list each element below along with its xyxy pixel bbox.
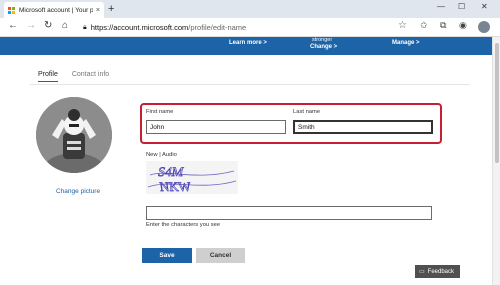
new-tab-button[interactable]: +: [108, 3, 114, 15]
microsoft-logo-icon: [8, 6, 15, 14]
captcha-hint: Enter the characters you see: [146, 222, 221, 228]
last-name-field[interactable]: [293, 120, 433, 134]
url-field[interactable]: 🔒︎ https://account.microsoft.com /profil…: [83, 21, 393, 34]
captcha-text-line1: S4M: [157, 164, 185, 179]
captcha-mode-links[interactable]: New | Audio: [146, 152, 177, 158]
browser-tab[interactable]: Microsoft account | Your profile ×: [4, 2, 104, 18]
first-name-field[interactable]: [146, 120, 286, 134]
banner-stronger-text: stronger: [312, 37, 333, 43]
browser-tab-bar: Microsoft account | Your profile × + — ☐…: [0, 0, 500, 18]
home-icon[interactable]: ⌂: [62, 20, 68, 31]
favorites-icon[interactable]: ✩: [420, 20, 428, 31]
address-bar-row: ← → ↻ ⌂ 🔒︎ https://account.microsoft.com…: [0, 18, 500, 37]
lock-icon: 🔒︎: [83, 23, 87, 31]
url-path: /profile/edit-name: [188, 23, 247, 32]
feedback-icon: ▭: [419, 269, 425, 275]
collections-icon[interactable]: ⧉: [440, 20, 446, 31]
account-banner: Learn more > stronger Change > Manage >: [0, 37, 492, 55]
tab-title: Microsoft account | Your profile: [19, 6, 93, 14]
tabs-divider: [30, 84, 470, 85]
favorite-star-icon[interactable]: ☆: [398, 20, 407, 31]
close-window-button[interactable]: ✕: [481, 2, 488, 11]
browser-profile-avatar[interactable]: [478, 21, 490, 33]
profile-picture-image: [36, 97, 112, 173]
minimize-button[interactable]: —: [437, 2, 445, 11]
profile-tabs: Profile Contact info: [38, 71, 109, 82]
url-host: https://account.microsoft.com: [90, 23, 189, 32]
profile-picture: [36, 97, 112, 173]
last-name-label: Last name: [293, 109, 321, 115]
feedback-button[interactable]: ▭ Feedback: [415, 265, 460, 278]
tab-contact-info[interactable]: Contact info: [72, 71, 109, 82]
scrollbar-thumb[interactable]: [495, 43, 499, 163]
tab-close-icon[interactable]: ×: [96, 7, 100, 14]
change-picture-link[interactable]: Change picture: [56, 188, 100, 195]
page-scrollbar[interactable]: [492, 37, 500, 285]
forward-icon[interactable]: →: [26, 20, 36, 31]
change-link[interactable]: Change >: [310, 44, 337, 50]
captcha-text-line2: NKW: [159, 179, 193, 194]
refresh-icon[interactable]: ↻: [44, 20, 52, 31]
cancel-button[interactable]: Cancel: [196, 248, 245, 263]
save-button[interactable]: Save: [142, 248, 192, 263]
manage-link[interactable]: Manage >: [392, 40, 420, 46]
tab-profile[interactable]: Profile: [38, 71, 58, 82]
captcha-distorted-text: S4M NKW: [147, 164, 237, 194]
back-icon[interactable]: ←: [8, 20, 18, 31]
extensions-icon[interactable]: ◉: [459, 20, 467, 31]
first-name-label: First name: [146, 109, 174, 115]
learn-more-link[interactable]: Learn more >: [229, 40, 267, 46]
captcha-input[interactable]: [146, 206, 432, 220]
maximize-button[interactable]: ☐: [458, 2, 465, 11]
captcha-image: S4M NKW: [146, 161, 238, 194]
feedback-label: Feedback: [427, 268, 455, 275]
